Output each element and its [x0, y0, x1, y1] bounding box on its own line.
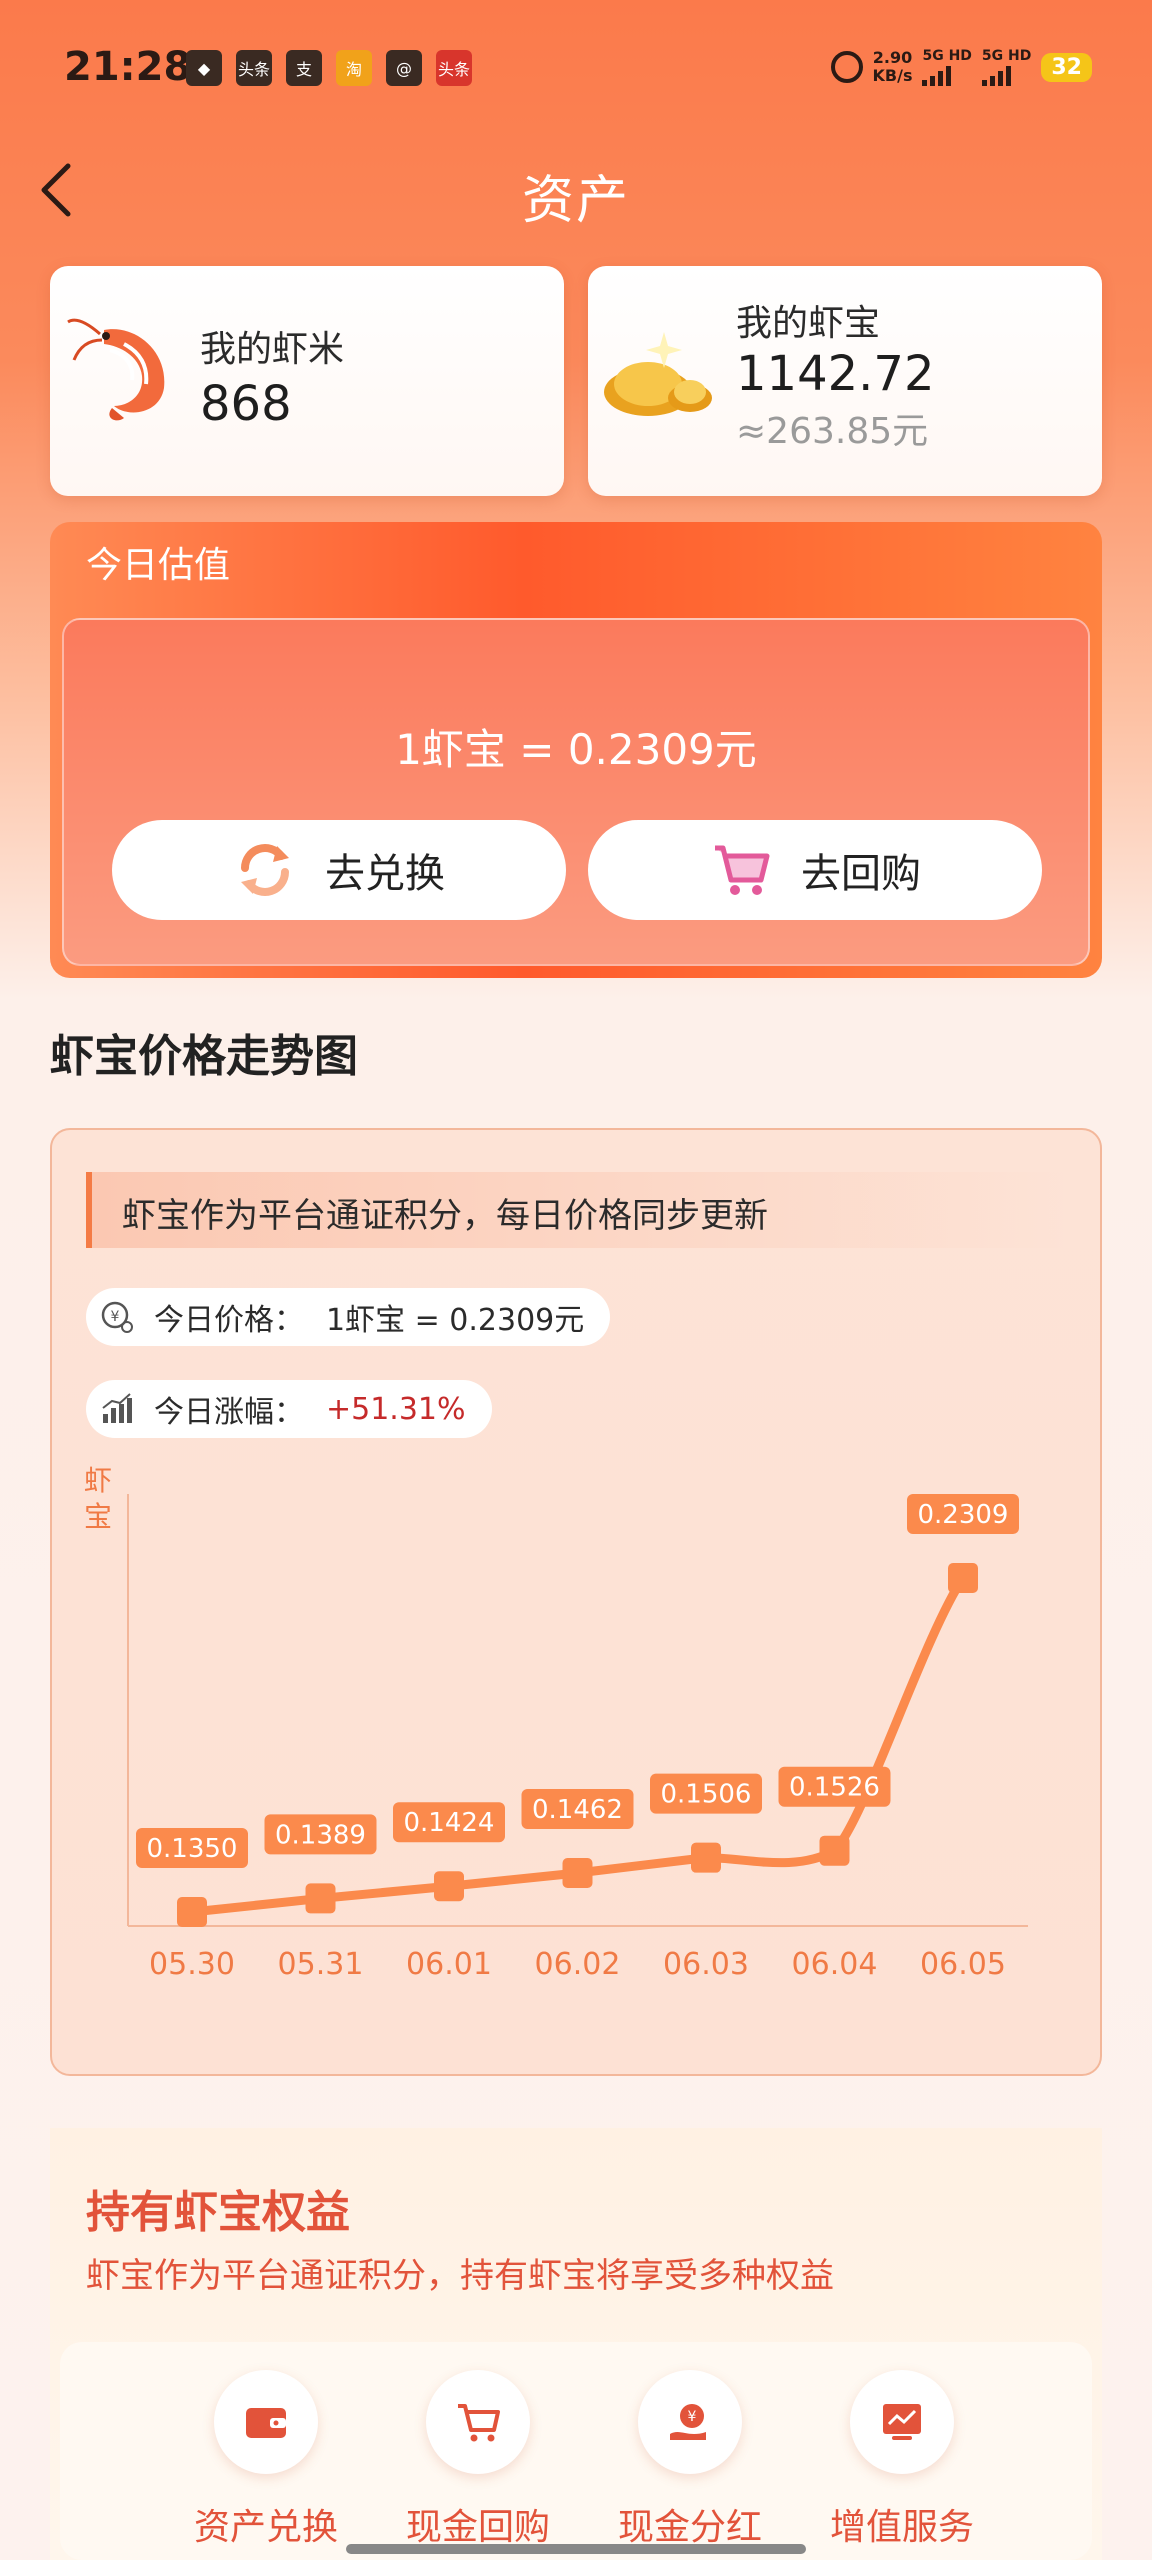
data-point	[562, 1857, 593, 1888]
treasure-card[interactable]: 我的虾宝 1142.72 ≈263.85元	[588, 266, 1102, 496]
rights-item-label: 增值服务	[829, 2507, 974, 2548]
alarm-icon	[830, 51, 863, 83]
notice-text: 虾宝作为平台通证积分，每日价格同步更新	[122, 1196, 768, 1236]
x-tick-label: 06.05	[920, 1947, 1006, 1982]
shrimp-card[interactable]: 我的虾米 868	[50, 266, 564, 496]
data-point	[819, 1835, 850, 1866]
data-label: 0.1389	[275, 1820, 366, 1850]
data-label: 0.1462	[532, 1795, 623, 1825]
x-tick-label: 06.01	[406, 1947, 492, 1982]
data-point	[434, 1871, 464, 1902]
rights-item-label: 资产兑换	[193, 2507, 338, 2548]
rights-grid: 资产兑换 现金回购 ¥ 现金分红 增值服务	[60, 2342, 1092, 2560]
today-change-value: +51.31%	[326, 1391, 466, 1427]
qq-icon: ◆	[186, 50, 222, 86]
rights-item-label: 现金回购	[405, 2507, 550, 2548]
data-point	[305, 1883, 336, 1914]
status-bar: 21:28 ◆ 头条 支 淘 @ 头条 2.90 KB/s 5G HD 5G H…	[0, 0, 1152, 140]
trend-panel: 虾宝作为平台通证积分，每日价格同步更新 ¥ 今日价格： 1虾宝 = 0.2309…	[50, 1128, 1102, 2076]
today-price-label: 今日价格：	[154, 1303, 304, 1338]
chart-screen-icon	[850, 2370, 954, 2474]
rights-item-value-added[interactable]: 增值服务	[822, 2370, 982, 2550]
svg-text:¥: ¥	[688, 2409, 697, 2425]
signal-bars-icon	[922, 64, 971, 86]
trend-section-title: 虾宝价格走势图	[50, 1031, 358, 1082]
status-time: 21:28	[64, 44, 192, 90]
notice-banner: 虾宝作为平台通证积分，每日价格同步更新	[86, 1172, 1066, 1248]
network-speed: 2.90 KB/s	[872, 48, 913, 85]
data-label: 0.1506	[661, 1780, 752, 1810]
exchange-label: 去兑换	[325, 851, 445, 897]
status-right: 2.90 KB/s 5G HD 5G HD 32	[830, 48, 1092, 86]
home-indicator[interactable]	[346, 2544, 806, 2554]
gold-ingot-icon	[604, 332, 712, 416]
data-label: 0.1526	[789, 1773, 880, 1803]
shrimp-value: 868	[200, 376, 292, 432]
svg-text:¥: ¥	[111, 1309, 120, 1325]
data-label: 0.1424	[404, 1808, 495, 1838]
treasure-cny-value: ≈263.85元	[736, 411, 929, 452]
rights-item-cash-buyback[interactable]: 现金回购	[398, 2370, 558, 2550]
data-point	[177, 1897, 207, 1927]
shopping-cart-icon	[715, 845, 770, 895]
y-axis-label-char-1: 虾	[84, 1464, 112, 1497]
x-tick-label: 05.30	[149, 1947, 235, 1982]
x-tick-label: 06.04	[792, 1947, 878, 1982]
battery-indicator: 32	[1041, 52, 1092, 82]
treasure-label: 我的虾宝	[736, 303, 881, 344]
x-tick-label: 05.31	[278, 1947, 364, 1982]
toutiao-icon: 头条	[236, 50, 272, 86]
bar-growth-icon	[102, 1393, 132, 1423]
yuan-coin-icon: ¥	[101, 1301, 133, 1333]
page-title: 资产	[521, 171, 630, 231]
alipay-icon: 支	[286, 50, 322, 86]
buyback-label: 去回购	[801, 851, 921, 897]
cart-icon	[426, 2370, 530, 2474]
taobao-icon: 淘	[336, 50, 372, 86]
exchange-icon	[241, 844, 289, 896]
rights-item-label: 现金分红	[617, 2507, 762, 2548]
today-change-label: 今日涨幅：	[154, 1395, 304, 1430]
signal-1: 5G HD	[922, 48, 972, 86]
rights-item-cash-dividend[interactable]: ¥ 现金分红	[610, 2370, 770, 2550]
x-tick-label: 06.02	[535, 1947, 621, 1982]
toutiao-red-icon: 头条	[436, 50, 472, 86]
wallet-icon	[214, 2370, 318, 2474]
today-change-chip: 今日涨幅： +51.31%	[86, 1380, 492, 1438]
rights-section: 持有虾宝权益 虾宝作为平台通证积分，持有虾宝将享受多种权益 资产兑换 现金回购 …	[50, 2128, 1102, 2560]
valuation-tag: 今日估值	[86, 545, 231, 586]
rights-item-asset-exchange[interactable]: 资产兑换	[186, 2370, 346, 2550]
dividend-icon: ¥	[638, 2370, 742, 2474]
treasure-value: 1142.72	[736, 346, 935, 402]
status-app-icons: ◆ 头条 支 淘 @ 头条	[186, 50, 472, 86]
today-price-chip: ¥ 今日价格： 1虾宝 = 0.2309元	[86, 1288, 611, 1346]
rights-title: 持有虾宝权益	[86, 2187, 350, 2238]
today-price-value: 1虾宝 = 0.2309元	[326, 1303, 585, 1338]
valuation-inner: 1虾宝 = 0.2309元 去兑换 去回购	[62, 618, 1090, 966]
data-point	[691, 1842, 721, 1873]
price-trend-chart: 虾 宝 0.1350 05.30 0.1389 05.31 0.1424 06.01 0.1…	[84, 1464, 1028, 1982]
mail-icon: @	[386, 50, 422, 86]
y-axis-label-char-2: 宝	[84, 1500, 112, 1533]
data-point	[948, 1563, 978, 1593]
exchange-button[interactable]: 去兑换	[112, 820, 566, 920]
data-label: 0.1350	[147, 1834, 238, 1864]
valuation-panel: 今日估值 1虾宝 = 0.2309元 去兑换 去回购	[50, 522, 1102, 978]
buyback-button[interactable]: 去回购	[588, 820, 1042, 920]
x-tick-label: 06.03	[663, 1947, 749, 1982]
data-label: 0.2309	[918, 1500, 1009, 1530]
signal-bars-icon	[981, 64, 1031, 86]
shrimp-label: 我的虾米	[200, 329, 345, 370]
shrimp-icon	[67, 318, 165, 421]
signal-2: 5G HD	[981, 48, 1031, 86]
exchange-rate: 1虾宝 = 0.2309元	[395, 725, 757, 774]
rights-subtitle: 虾宝作为平台通证积分，持有虾宝将享受多种权益	[86, 2256, 834, 2296]
